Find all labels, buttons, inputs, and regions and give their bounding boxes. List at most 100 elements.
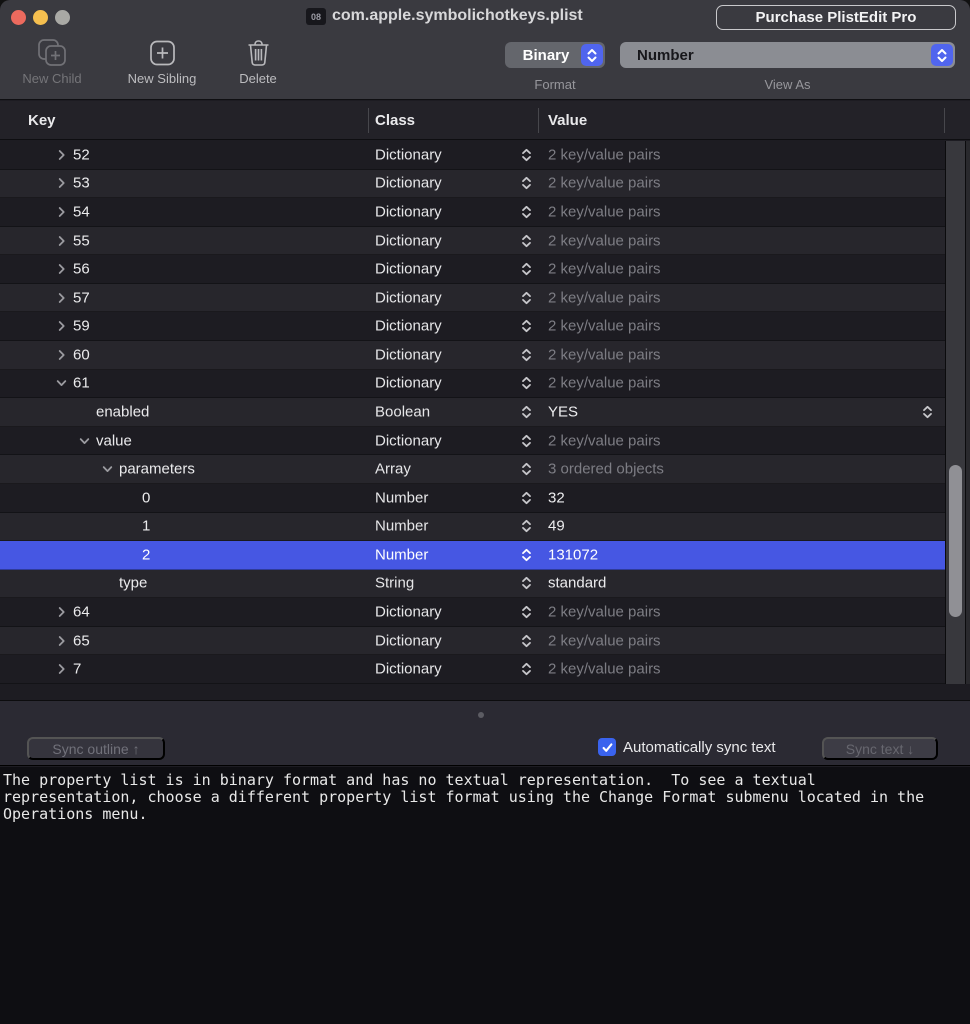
class-cell[interactable]: Array	[375, 461, 411, 478]
class-cell[interactable]: Number	[375, 546, 428, 563]
purchase-button[interactable]: Purchase PlistEdit Pro	[716, 5, 956, 30]
class-cell[interactable]: Dictionary	[375, 232, 442, 249]
disclosure-right-icon[interactable]	[56, 206, 67, 217]
class-cell[interactable]: Dictionary	[375, 346, 442, 363]
class-cell[interactable]: Dictionary	[375, 289, 442, 306]
disclosure-right-icon[interactable]	[56, 607, 67, 618]
vertical-scrollbar-thumb[interactable]	[949, 465, 962, 617]
class-cell[interactable]: Dictionary	[375, 318, 442, 335]
value-cell[interactable]: YES	[548, 403, 578, 420]
value-cell[interactable]: 2 key/value pairs	[548, 632, 661, 649]
disclosure-right-icon[interactable]	[56, 178, 67, 189]
class-cell[interactable]: Number	[375, 489, 428, 506]
class-cell[interactable]: Dictionary	[375, 604, 442, 621]
new-child-button[interactable]: New Child	[8, 38, 96, 86]
view-as-popup[interactable]: Number	[620, 42, 955, 68]
table-row[interactable]: parametersArray3 ordered objects	[0, 455, 945, 484]
class-cell[interactable]: Dictionary	[375, 375, 442, 392]
value-cell[interactable]: 2 key/value pairs	[548, 175, 661, 192]
column-divider[interactable]	[538, 108, 539, 133]
value-cell[interactable]: 49	[548, 518, 565, 535]
class-stepper-icon[interactable]	[521, 176, 532, 190]
table-row[interactable]: typeStringstandard	[0, 570, 945, 599]
table-row[interactable]: 65Dictionary2 key/value pairs	[0, 627, 945, 656]
disclosure-right-icon[interactable]	[56, 149, 67, 160]
value-cell[interactable]: 2 key/value pairs	[548, 346, 661, 363]
table-row[interactable]: 0Number32	[0, 484, 945, 513]
table-row[interactable]: 1Number49	[0, 513, 945, 542]
table-row[interactable]: enabledBooleanYES	[0, 398, 945, 427]
table-row[interactable]: 55Dictionary2 key/value pairs	[0, 227, 945, 256]
auto-sync-checkbox[interactable]	[598, 738, 616, 756]
disclosure-right-icon[interactable]	[56, 321, 67, 332]
class-cell[interactable]: Dictionary	[375, 632, 442, 649]
class-stepper-icon[interactable]	[521, 662, 532, 676]
value-cell[interactable]: 2 key/value pairs	[548, 203, 661, 220]
class-stepper-icon[interactable]	[521, 576, 532, 590]
class-stepper-icon[interactable]	[521, 605, 532, 619]
table-row[interactable]: 64Dictionary2 key/value pairs	[0, 598, 945, 627]
class-stepper-icon[interactable]	[521, 548, 532, 562]
disclosure-down-icon[interactable]	[56, 378, 67, 389]
class-cell[interactable]: Boolean	[375, 403, 430, 420]
plist-text-view[interactable]: The property list is in binary format an…	[0, 767, 970, 1024]
class-cell[interactable]: Dictionary	[375, 661, 442, 678]
value-cell[interactable]: standard	[548, 575, 606, 592]
column-header-value[interactable]: Value	[548, 101, 587, 140]
class-stepper-icon[interactable]	[521, 291, 532, 305]
value-cell[interactable]: 32	[548, 489, 565, 506]
class-stepper-icon[interactable]	[521, 519, 532, 533]
class-stepper-icon[interactable]	[521, 319, 532, 333]
disclosure-right-icon[interactable]	[56, 292, 67, 303]
table-row[interactable]: 59Dictionary2 key/value pairs	[0, 312, 945, 341]
value-cell[interactable]: 2 key/value pairs	[548, 232, 661, 249]
disclosure-down-icon[interactable]	[79, 435, 90, 446]
table-row[interactable]: 57Dictionary2 key/value pairs	[0, 284, 945, 313]
value-cell[interactable]: 131072	[548, 546, 598, 563]
value-cell[interactable]: 2 key/value pairs	[548, 146, 661, 163]
class-stepper-icon[interactable]	[521, 434, 532, 448]
table-row[interactable]: 56Dictionary2 key/value pairs	[0, 255, 945, 284]
close-window-button[interactable]	[11, 10, 26, 25]
class-cell[interactable]: Dictionary	[375, 432, 442, 449]
format-popup[interactable]: Binary	[505, 42, 605, 68]
class-stepper-icon[interactable]	[521, 491, 532, 505]
disclosure-down-icon[interactable]	[102, 464, 113, 475]
table-row[interactable]: 54Dictionary2 key/value pairs	[0, 198, 945, 227]
value-cell[interactable]: 2 key/value pairs	[548, 318, 661, 335]
disclosure-right-icon[interactable]	[56, 635, 67, 646]
value-cell[interactable]: 3 ordered objects	[548, 461, 664, 478]
class-cell[interactable]: Dictionary	[375, 261, 442, 278]
zoom-window-button[interactable]	[55, 10, 70, 25]
class-stepper-icon[interactable]	[521, 348, 532, 362]
table-row[interactable]: 2Number131072	[0, 541, 945, 570]
table-row[interactable]: 52Dictionary2 key/value pairs	[0, 141, 945, 170]
column-divider[interactable]	[944, 108, 945, 133]
disclosure-right-icon[interactable]	[56, 264, 67, 275]
class-stepper-icon[interactable]	[521, 262, 532, 276]
vertical-scrollbar-track[interactable]	[946, 141, 964, 698]
table-row[interactable]: 53Dictionary2 key/value pairs	[0, 170, 945, 199]
sync-text-button[interactable]: Sync text ↓	[822, 737, 938, 760]
class-cell[interactable]: Dictionary	[375, 146, 442, 163]
disclosure-right-icon[interactable]	[56, 664, 67, 675]
value-cell[interactable]: 2 key/value pairs	[548, 289, 661, 306]
table-row[interactable]: 60Dictionary2 key/value pairs	[0, 341, 945, 370]
table-row[interactable]: 61Dictionary2 key/value pairs	[0, 370, 945, 399]
class-stepper-icon[interactable]	[521, 405, 532, 419]
column-header-key[interactable]: Key	[28, 101, 56, 140]
value-stepper-icon[interactable]	[922, 405, 933, 419]
class-stepper-icon[interactable]	[521, 634, 532, 648]
disclosure-right-icon[interactable]	[56, 235, 67, 246]
table-row[interactable]: 7Dictionary2 key/value pairs	[0, 655, 945, 684]
class-stepper-icon[interactable]	[521, 376, 532, 390]
new-sibling-button[interactable]: New Sibling	[112, 38, 212, 86]
value-cell[interactable]: 2 key/value pairs	[548, 261, 661, 278]
value-cell[interactable]: 2 key/value pairs	[548, 604, 661, 621]
class-cell[interactable]: Dictionary	[375, 203, 442, 220]
disclosure-right-icon[interactable]	[56, 349, 67, 360]
class-stepper-icon[interactable]	[521, 234, 532, 248]
class-stepper-icon[interactable]	[521, 462, 532, 476]
value-cell[interactable]: 2 key/value pairs	[548, 375, 661, 392]
class-stepper-icon[interactable]	[521, 148, 532, 162]
